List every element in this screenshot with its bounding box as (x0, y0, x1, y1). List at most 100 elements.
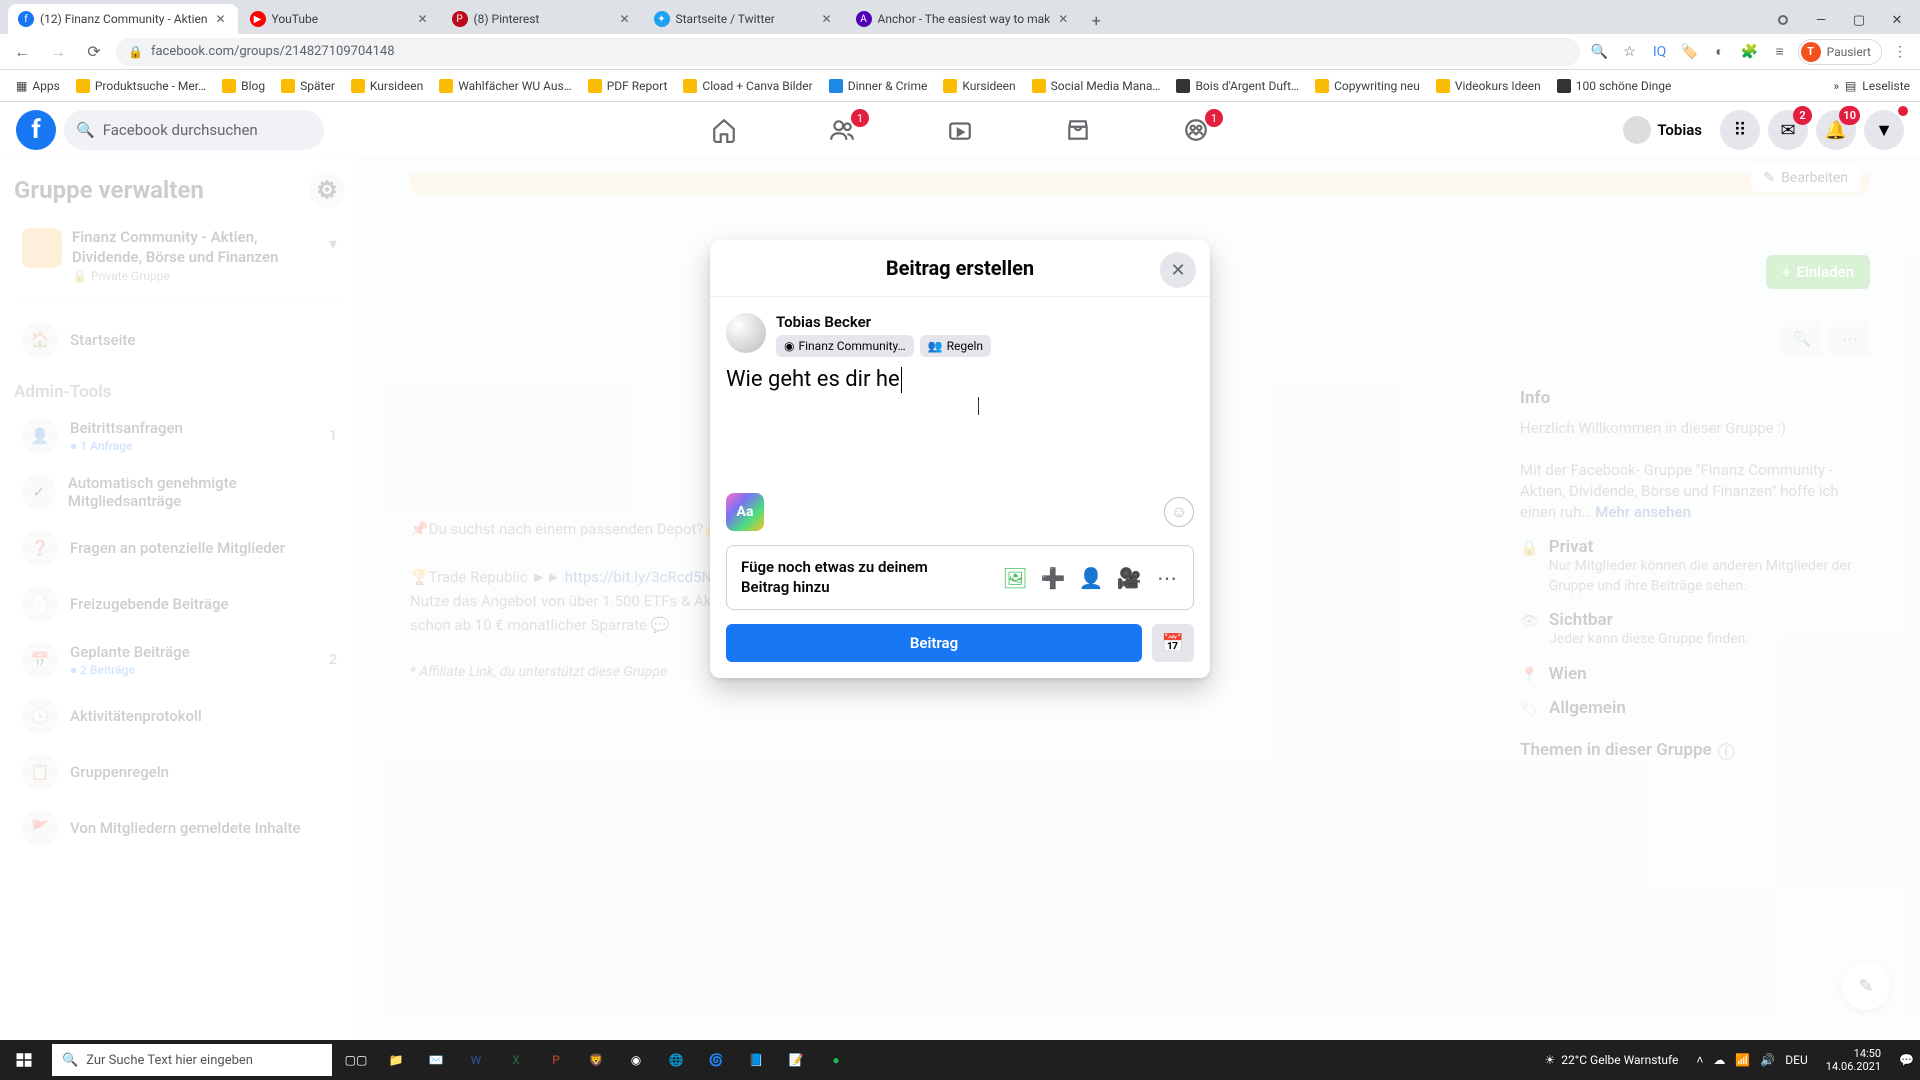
zoom-icon[interactable]: 🔍 (1588, 40, 1612, 64)
extensions-icon[interactable]: 🧩 (1738, 40, 1762, 64)
bookmark-item[interactable]: Produktsuche - Mer… (70, 75, 212, 97)
bookmark-item[interactable]: 100 schöne Dinge (1551, 75, 1678, 97)
folder-icon (439, 79, 453, 93)
notifications-icon[interactable]: 💬 (1899, 1053, 1914, 1067)
bookmark-item[interactable]: Cload + Canva Bilder (677, 75, 818, 97)
browser-tab[interactable]: ✦ Startseite / Twitter ✕ (644, 4, 844, 34)
back-icon[interactable]: ← (8, 38, 36, 66)
menu-grid-button[interactable]: ⠿ (1720, 110, 1760, 150)
bookmark-item[interactable]: Kursideen (345, 75, 429, 97)
menu-icon[interactable]: ⋮ (1888, 40, 1912, 64)
tab-groups[interactable]: 1 (1141, 105, 1251, 155)
bookmark-item[interactable]: Wahlfächer WU Aus… (433, 75, 578, 97)
close-icon[interactable]: ✕ (618, 12, 632, 26)
folder-icon (588, 79, 602, 93)
bookmark-item[interactable]: Bois d'Argent Duft… (1170, 75, 1305, 97)
taskbar-app-explorer[interactable]: 📁 (376, 1040, 416, 1080)
bookmark-item[interactable]: Kursideen (937, 75, 1021, 97)
browser-tab[interactable]: P (8) Pinterest ✕ (442, 4, 642, 34)
bookmarks-overflow[interactable]: » ▤ Leseliste (1833, 79, 1910, 93)
taskbar-app-excel[interactable]: X (496, 1040, 536, 1080)
taskbar-app-word[interactable]: W (456, 1040, 496, 1080)
weather-widget[interactable]: ☀22°C Gelbe Warnstufe (1537, 1053, 1687, 1067)
tab-marketplace[interactable] (1023, 105, 1133, 155)
bookmark-item[interactable]: Social Media Mana… (1026, 75, 1167, 97)
close-icon[interactable]: ✕ (416, 12, 430, 26)
bookmark-item[interactable]: Videokurs Ideen (1430, 75, 1547, 97)
taskbar-app-notepad[interactable]: 📝 (776, 1040, 816, 1080)
home-icon (711, 117, 737, 143)
profile-dot-icon[interactable] (1766, 6, 1800, 34)
start-button[interactable] (0, 1040, 48, 1080)
tab-watch[interactable] (905, 105, 1015, 155)
bookmark-item[interactable]: Copywriting neu (1309, 75, 1426, 97)
new-tab-button[interactable]: + (1082, 6, 1110, 34)
bookmark-item[interactable]: Dinner & Crime (823, 75, 934, 97)
taskbar-app-obs[interactable]: ◉ (616, 1040, 656, 1080)
post-button[interactable]: Beitrag (726, 624, 1142, 662)
browser-tab-active[interactable]: f (12) Finanz Community - Aktien ✕ (8, 4, 238, 34)
account-menu-button[interactable]: ▼ (1864, 110, 1904, 150)
taskbar-app-mail[interactable]: ✉️ (416, 1040, 456, 1080)
tray-chevron-icon[interactable]: ˄ (1696, 1053, 1703, 1067)
onedrive-icon[interactable]: ☁ (1713, 1053, 1725, 1067)
rules-chip[interactable]: 👥Regeln (920, 335, 991, 357)
close-icon[interactable]: ✕ (820, 12, 834, 26)
volume-icon[interactable]: 🔊 (1760, 1053, 1775, 1067)
taskbar-app-edge[interactable]: 🌀 (696, 1040, 736, 1080)
fb-search-input[interactable]: 🔍 Facebook durchsuchen (64, 110, 324, 150)
browser-tab[interactable]: ▶ YouTube ✕ (240, 4, 440, 34)
browser-tab[interactable]: A Anchor - The easiest way to mak ✕ (846, 4, 1081, 34)
folder-icon (829, 79, 843, 93)
maximize-icon[interactable]: ▢ (1842, 6, 1876, 34)
bookmark-apps[interactable]: ▦Apps (10, 75, 66, 97)
facebook-logo-icon[interactable]: f (16, 110, 56, 150)
background-color-button[interactable]: Aa (726, 493, 764, 531)
taskbar-search-input[interactable]: 🔍 Zur Suche Text hier eingeben (52, 1044, 332, 1076)
more-attach-button[interactable]: ⋯ (1155, 566, 1179, 590)
fb-nav-tabs: 1 1 (669, 105, 1251, 155)
tag-people-button[interactable]: 👤 (1079, 566, 1103, 590)
extension-icon[interactable]: ◐ (1708, 40, 1732, 64)
emoji-button[interactable]: ☺ (1164, 497, 1194, 527)
facebook-favicon: f (18, 11, 34, 27)
extension-icon[interactable]: IQ (1648, 40, 1672, 64)
task-view-button[interactable]: ▢▢ (336, 1040, 376, 1080)
reading-list-icon[interactable]: ≡ (1768, 40, 1792, 64)
minimize-icon[interactable]: — (1804, 6, 1838, 34)
notifications-button[interactable]: 🔔10 (1816, 110, 1856, 150)
profile-chip[interactable]: T Pausiert (1798, 39, 1882, 65)
messenger-button[interactable]: ✉2 (1768, 110, 1808, 150)
tab-title: (8) Pinterest (474, 12, 612, 26)
bookmark-item[interactable]: Später (275, 75, 341, 97)
taskbar-app[interactable]: 📘 (736, 1040, 776, 1080)
close-window-icon[interactable]: ✕ (1880, 6, 1914, 34)
wifi-icon[interactable]: 📶 (1735, 1053, 1750, 1067)
add-room-button[interactable]: ➕ (1041, 566, 1065, 590)
bookmark-item[interactable]: Blog (216, 75, 271, 97)
folder-icon (1436, 79, 1450, 93)
reload-icon[interactable]: ⟳ (80, 38, 108, 66)
tab-home[interactable] (669, 105, 779, 155)
schedule-button[interactable]: 📅 (1152, 624, 1194, 662)
extension-icon[interactable]: 🏷️ (1678, 40, 1702, 64)
clock[interactable]: 14:50 14.06.2021 (1818, 1047, 1889, 1073)
taskbar-app-powerpoint[interactable]: P (536, 1040, 576, 1080)
star-icon[interactable]: ☆ (1618, 40, 1642, 64)
address-bar[interactable]: 🔒 facebook.com/groups/214827109704148 (116, 38, 1580, 66)
compose-textarea[interactable]: Wie geht es dir he (726, 367, 1194, 487)
taskbar-app-brave[interactable]: 🦁 (576, 1040, 616, 1080)
taskbar-app-chrome[interactable]: 🌐 (656, 1040, 696, 1080)
close-icon[interactable]: ✕ (1056, 12, 1070, 26)
bookmark-item[interactable]: PDF Report (582, 75, 674, 97)
close-modal-button[interactable]: ✕ (1160, 252, 1196, 288)
taskbar-app-spotify[interactable]: ● (816, 1040, 856, 1080)
fb-user-chip[interactable]: Tobias (1619, 112, 1712, 148)
add-photo-button[interactable]: 🖼 (1003, 566, 1027, 590)
people-icon: 👥 (928, 339, 943, 353)
close-icon[interactable]: ✕ (214, 12, 228, 26)
audience-chip[interactable]: ◉Finanz Community… (776, 335, 914, 357)
tab-friends[interactable]: 1 (787, 105, 897, 155)
live-video-button[interactable]: 🎥 (1117, 566, 1141, 590)
language-indicator[interactable]: DEU (1785, 1053, 1807, 1067)
